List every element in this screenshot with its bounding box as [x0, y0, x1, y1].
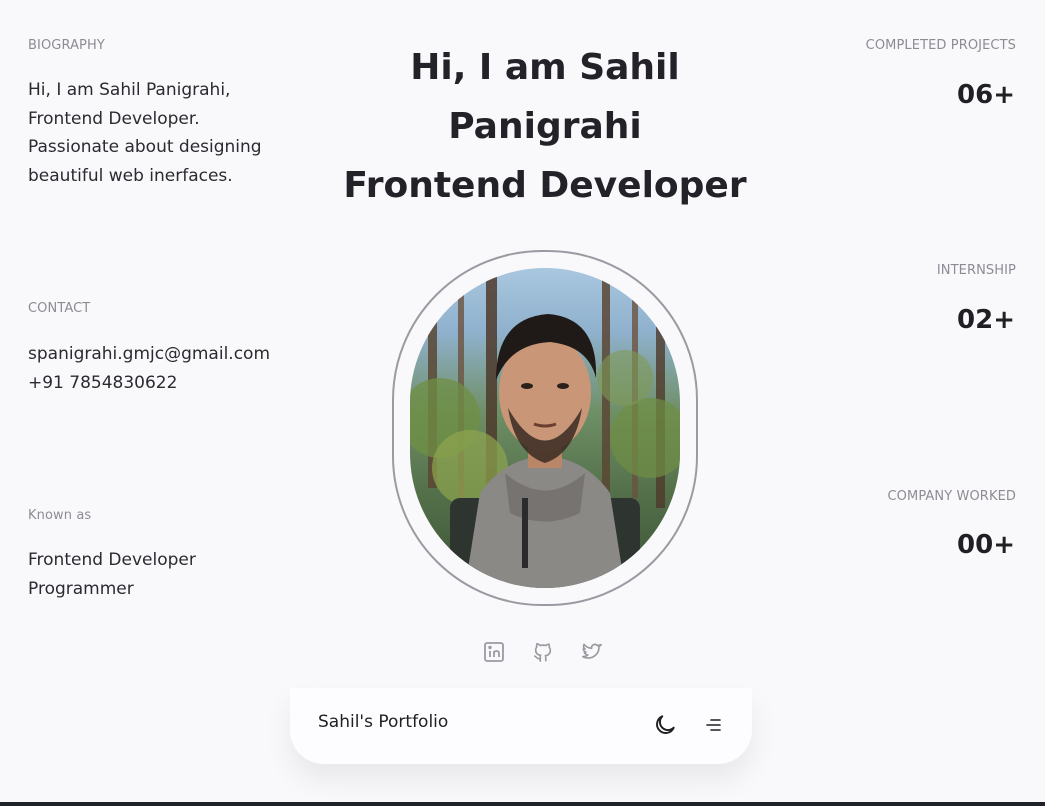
github-icon[interactable] — [531, 640, 555, 664]
biography-line: Passionate about designing — [28, 137, 262, 157]
biography-line: Frontend Developer. — [28, 108, 200, 129]
stat-value: 00+ — [957, 530, 1015, 560]
profile-photo-illustration — [410, 268, 680, 588]
twitter-icon[interactable] — [580, 640, 604, 664]
linkedin-icon[interactable] — [482, 640, 506, 664]
hero-line: Frontend Developer — [343, 165, 747, 206]
brand-title[interactable]: Sahil's Portfolio — [318, 712, 448, 732]
stat-value: 02+ — [957, 305, 1015, 335]
stat-label: COMPANY WORKED — [887, 489, 1016, 504]
hero-line: Panigrahi — [448, 106, 642, 147]
moon-icon[interactable] — [652, 712, 678, 738]
contact-info: spanigrahi.gmjc@gmail.com +91 7854830622 — [28, 340, 270, 397]
stat-value: 06+ — [957, 80, 1015, 110]
bottom-nav-bar: Sahil's Portfolio — [290, 688, 752, 764]
social-links — [482, 640, 604, 664]
contact-phone[interactable]: +91 7854830622 — [28, 369, 270, 398]
stat-label: COMPLETED PROJECTS — [865, 38, 1016, 53]
contact-label: CONTACT — [28, 301, 91, 316]
hero-line: Hi, I am Sahil — [410, 47, 680, 88]
biography-text: Hi, I am Sahil Panigrahi, Frontend Devel… — [28, 76, 262, 190]
known-as-label: Known as — [28, 508, 92, 523]
contact-email[interactable]: spanigrahi.gmjc@gmail.com — [28, 340, 270, 369]
biography-label: BIOGRAPHY — [28, 38, 105, 53]
known-as-line: Frontend Developer — [28, 550, 196, 570]
biography-line: Hi, I am Sahil Panigrahi, — [28, 80, 231, 100]
window-bottom-edge — [0, 802, 1045, 806]
menu-icon[interactable] — [704, 715, 724, 735]
profile-photo — [410, 268, 680, 588]
known-as-line: Programmer — [28, 578, 134, 599]
hero-title: Hi, I am Sahil Panigrahi Frontend Develo… — [330, 38, 760, 215]
stat-label: INTERNSHIP — [936, 263, 1016, 278]
portfolio-page: BIOGRAPHY Hi, I am Sahil Panigrahi, Fron… — [0, 0, 1045, 806]
biography-line: beautiful web inerfaces. — [28, 165, 233, 186]
known-as-text: Frontend Developer Programmer — [28, 546, 196, 603]
